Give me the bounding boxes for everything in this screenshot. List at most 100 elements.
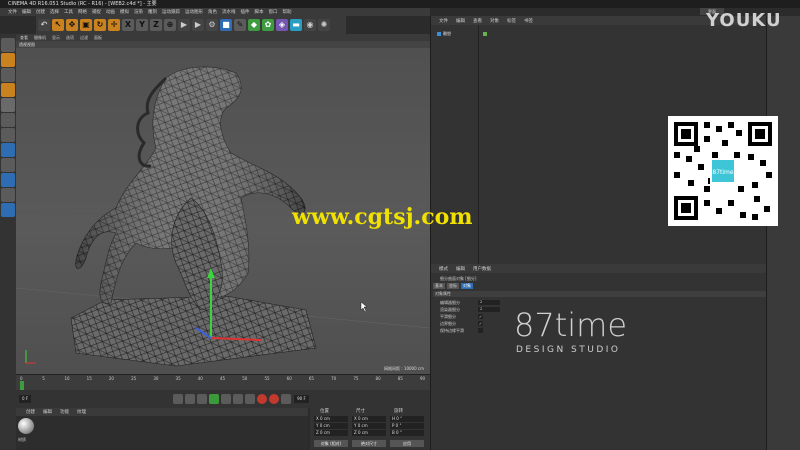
material-preview[interactable] xyxy=(18,418,34,434)
tab-coord[interactable]: 坐标 xyxy=(447,283,459,289)
play-icon[interactable] xyxy=(209,394,220,404)
x-axis-icon[interactable]: X xyxy=(122,19,134,31)
object-menu-item-1[interactable]: 编辑 xyxy=(456,18,465,24)
pos-z-field[interactable]: Z 0 cm xyxy=(314,430,348,436)
visibility-icon[interactable] xyxy=(483,32,487,36)
frame-end-field[interactable]: 90 F xyxy=(294,395,309,403)
checkbox[interactable]: ✓ xyxy=(478,321,483,326)
prev-key-icon[interactable] xyxy=(185,394,196,404)
menu-item-0[interactable]: 文件 xyxy=(8,9,17,15)
menu-item-4[interactable]: 工具 xyxy=(64,9,73,15)
render-subdiv-field[interactable]: 2 xyxy=(478,307,500,312)
tweak-icon[interactable] xyxy=(1,158,15,172)
checkbox[interactable]: ✓ xyxy=(478,314,483,319)
enable-axis-icon[interactable] xyxy=(1,143,15,157)
apply-button[interactable]: 应用 xyxy=(390,440,424,447)
lock-workplane-icon[interactable] xyxy=(1,188,15,202)
attribute-menu-item-0[interactable]: 模式 xyxy=(439,266,448,272)
undo-icon[interactable]: ↶ xyxy=(38,19,50,31)
menu-item-18[interactable]: 帮助 xyxy=(283,9,292,15)
record-icon[interactable] xyxy=(257,394,268,404)
model-mode-icon[interactable] xyxy=(1,38,15,52)
object-menu-item-5[interactable]: 书签 xyxy=(524,18,533,24)
light-icon[interactable]: ✺ xyxy=(318,19,330,31)
viewport-menu-item-2[interactable]: 显示 xyxy=(52,35,60,41)
go-end-icon[interactable] xyxy=(245,394,256,404)
texture-mode-icon[interactable] xyxy=(1,53,15,67)
camera-icon[interactable]: ◉ xyxy=(304,19,316,31)
subdivision-icon[interactable]: ◆ xyxy=(248,19,260,31)
render-settings-icon[interactable]: ⚙ xyxy=(206,19,218,31)
menu-item-5[interactable]: 网格 xyxy=(78,9,87,15)
autokey-icon[interactable] xyxy=(269,394,280,404)
material-area[interactable] xyxy=(16,416,308,450)
workplane-icon[interactable] xyxy=(1,68,15,82)
menu-item-3[interactable]: 选择 xyxy=(50,9,59,15)
object-menu-item-2[interactable]: 查看 xyxy=(473,18,482,24)
size-y-field[interactable]: Y 0 cm xyxy=(352,423,386,429)
array-icon[interactable]: ✿ xyxy=(262,19,274,31)
points-mode-icon[interactable] xyxy=(1,83,15,97)
menu-item-15[interactable]: 插件 xyxy=(241,9,250,15)
viewport-menu-item-1[interactable]: 摄像机 xyxy=(34,35,46,41)
floor-icon[interactable]: ▬ xyxy=(290,19,302,31)
menu-item-9[interactable]: 渲染 xyxy=(134,9,143,15)
move-icon[interactable]: ✥ xyxy=(66,19,78,31)
next-key-icon[interactable] xyxy=(233,394,244,404)
menu-item-13[interactable]: 角色 xyxy=(208,9,217,15)
menu-item-6[interactable]: 捕捉 xyxy=(92,9,101,15)
tab-object[interactable]: 对象 xyxy=(461,283,473,289)
z-axis-icon[interactable]: Z xyxy=(150,19,162,31)
edges-mode-icon[interactable] xyxy=(1,98,15,112)
go-start-icon[interactable] xyxy=(173,394,184,404)
menu-item-8[interactable]: 模拟 xyxy=(120,9,129,15)
keyframe-icon[interactable] xyxy=(281,394,292,404)
size-z-field[interactable]: Z 0 cm xyxy=(352,430,386,436)
rot-h-field[interactable]: H 0 ° xyxy=(390,416,424,422)
playhead[interactable] xyxy=(20,381,24,390)
material-menu-item-3[interactable]: 纹理 xyxy=(77,409,86,415)
pos-x-field[interactable]: X 0 cm xyxy=(314,416,348,422)
viewport-menu-item-5[interactable]: 面板 xyxy=(94,35,102,41)
menu-item-7[interactable]: 动画 xyxy=(106,9,115,15)
editor-subdiv-field[interactable]: 2 xyxy=(478,300,500,305)
timeline[interactable]: 0 5 10 15 20 25 30 35 40 45 50 55 60 65 70 75 80 85 90 xyxy=(16,374,430,390)
grid-icon[interactable] xyxy=(1,203,15,217)
render-view-icon[interactable]: ▶ xyxy=(178,19,190,31)
size-x-field[interactable]: X 0 cm xyxy=(352,416,386,422)
rot-p-field[interactable]: P 0 ° xyxy=(390,423,424,429)
frame-start-field[interactable]: 0 F xyxy=(19,395,32,403)
uv-mode-icon[interactable] xyxy=(1,128,15,142)
object-menu-item-0[interactable]: 文件 xyxy=(439,18,448,24)
tab-basic[interactable]: 基本 xyxy=(433,283,445,289)
menu-item-16[interactable]: 脚本 xyxy=(255,9,264,15)
rot-b-field[interactable]: B 0 ° xyxy=(390,430,424,436)
material-menu-item-1[interactable]: 编辑 xyxy=(43,409,52,415)
axis-icon[interactable]: ✛ xyxy=(108,19,120,31)
viewport-menu-item-0[interactable]: 查看 xyxy=(20,35,28,41)
object-row[interactable]: 雕塑 xyxy=(437,31,487,37)
menu-item-17[interactable]: 窗口 xyxy=(269,9,278,15)
menu-item-11[interactable]: 运动跟踪 xyxy=(162,9,180,15)
menu-item-10[interactable]: 雕刻 xyxy=(148,9,157,15)
attribute-menu-item-1[interactable]: 编辑 xyxy=(456,266,465,272)
polygons-mode-icon[interactable] xyxy=(1,113,15,127)
object-menu-item-4[interactable]: 标签 xyxy=(507,18,516,24)
menu-item-1[interactable]: 编辑 xyxy=(22,9,31,15)
menu-item-2[interactable]: 创建 xyxy=(36,9,45,15)
menu-item-12[interactable]: 运动图形 xyxy=(185,9,203,15)
scale-icon[interactable]: ▣ xyxy=(80,19,92,31)
select-icon[interactable]: ↖ xyxy=(52,19,64,31)
attribute-menu-item-2[interactable]: 用户数据 xyxy=(473,266,491,272)
material-menu-item-2[interactable]: 功能 xyxy=(60,409,69,415)
y-axis-icon[interactable]: Y xyxy=(136,19,148,31)
material-menu-item-0[interactable]: 创建 xyxy=(26,409,35,415)
column-divider[interactable] xyxy=(478,25,479,265)
cube-icon[interactable]: ■ xyxy=(220,19,232,31)
prev-frame-icon[interactable] xyxy=(197,394,208,404)
pen-icon[interactable]: ✎ xyxy=(234,19,246,31)
checkbox[interactable] xyxy=(478,328,483,333)
snap-icon[interactable] xyxy=(1,173,15,187)
viewport-menu-item-3[interactable]: 选项 xyxy=(66,35,74,41)
pos-y-field[interactable]: Y 0 cm xyxy=(314,423,348,429)
